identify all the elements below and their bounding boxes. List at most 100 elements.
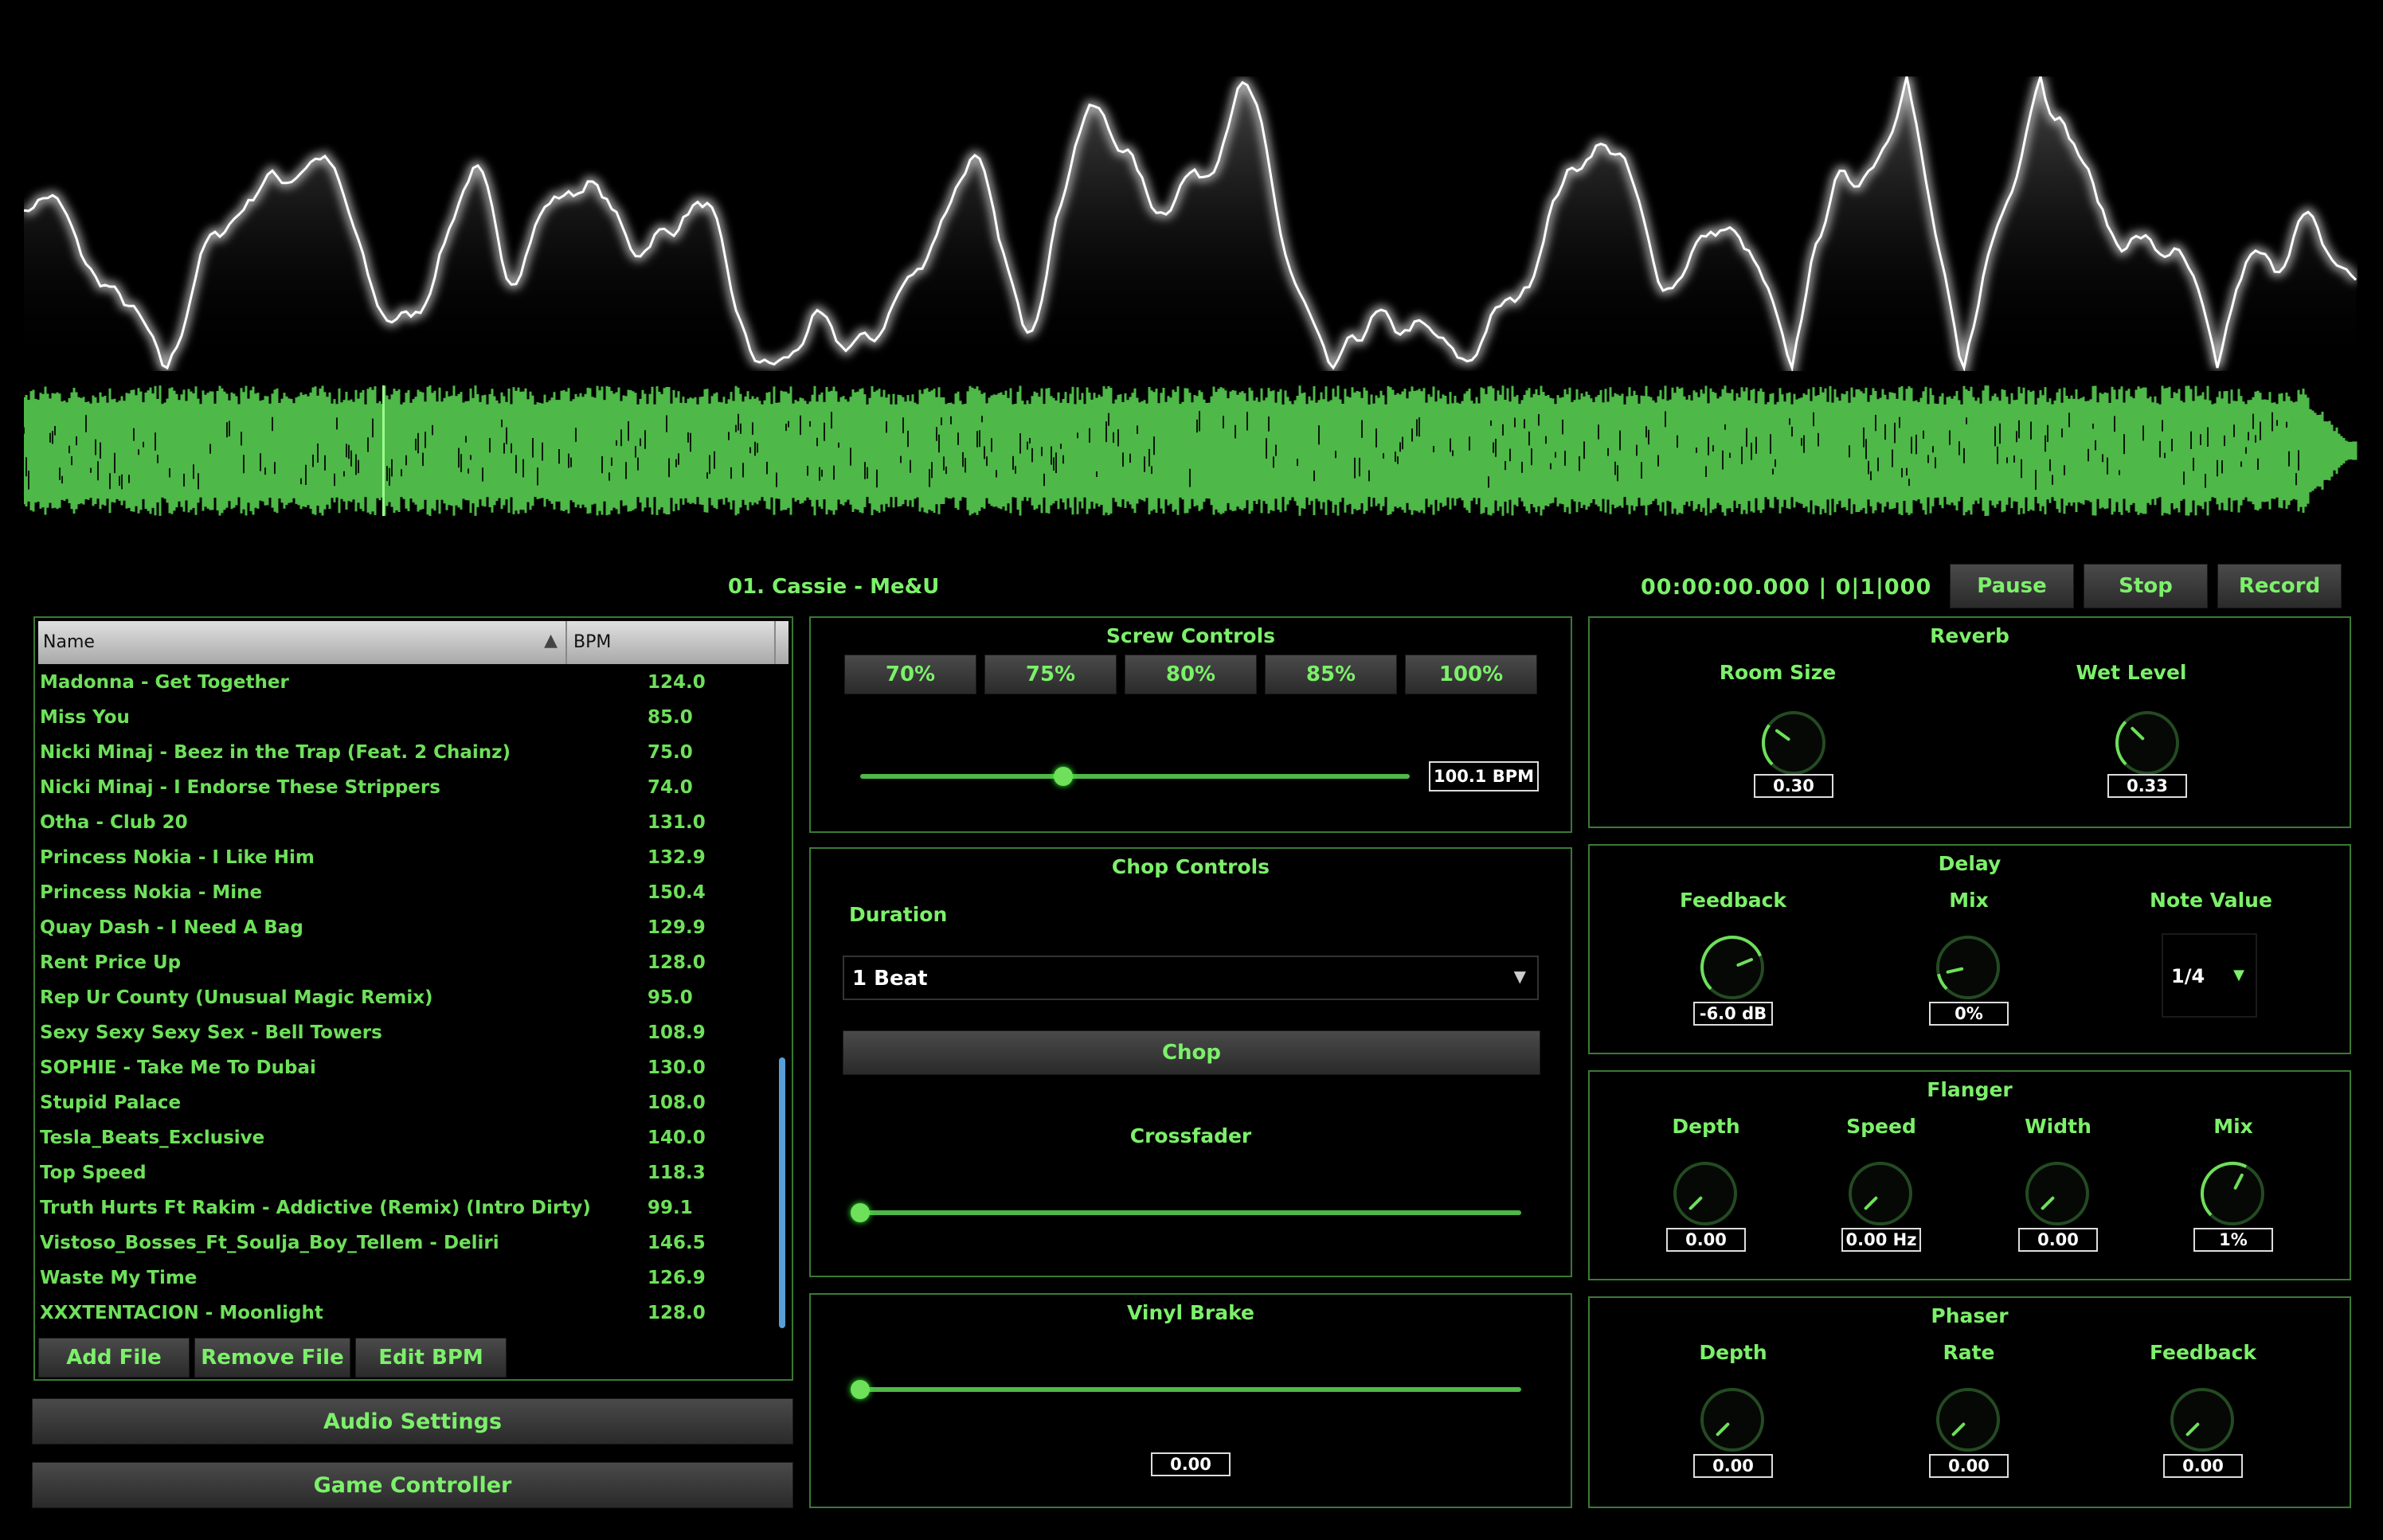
list-item[interactable]: Otha - Club 20 131.0 (38, 806, 787, 841)
list-item[interactable]: Sexy Sexy Sexy Sex - Bell Towers 108.9 (38, 1016, 787, 1051)
flanger-width-label: Width (2025, 1115, 2091, 1138)
chop-button[interactable]: Chop (843, 1030, 1540, 1075)
pause-button[interactable]: Pause (1950, 564, 2074, 608)
game-controller-button[interactable]: Game Controller (32, 1462, 793, 1508)
list-item[interactable]: Truth Hurts Ft Rakim - Addictive (Remix)… (38, 1191, 787, 1226)
list-item[interactable]: Quay Dash - I Need A Bag 129.9 (38, 911, 787, 946)
list-item[interactable]: Nicki Minaj - I Endorse These Strippers 7… (38, 771, 787, 806)
list-item[interactable]: Rent Price Up 128.0 (38, 946, 787, 981)
delay-mix-knob[interactable] (1934, 933, 2002, 1002)
column-name-header[interactable]: Name ▲ (38, 621, 567, 664)
flanger-title: Flanger (1927, 1078, 2013, 1101)
note-value-label: Note Value (2150, 889, 2272, 912)
list-item[interactable]: Nicki Minaj - Beez in the Trap (Feat. 2 … (38, 736, 787, 771)
playlist-scrollbar[interactable] (779, 1057, 785, 1328)
track-name: Vistoso_Bosses_Ft_Soulja_Boy_Tellem - De… (40, 1233, 499, 1253)
track-bpm: 126.9 (648, 1268, 706, 1288)
flanger-depth-label: Depth (1672, 1115, 1740, 1138)
list-item[interactable]: Stupid Palace 108.0 (38, 1086, 787, 1121)
preset-80-button[interactable]: 80% (1125, 655, 1257, 694)
flanger-width-knob[interactable] (2023, 1159, 2091, 1228)
flanger-panel: Flanger Depth 0.00 Speed 0.00 Hz Width 0… (1588, 1070, 2351, 1280)
track-bpm: 75.0 (648, 742, 693, 763)
now-playing-title: 01. Cassie - Me&U (728, 575, 940, 599)
list-item[interactable]: Top Speed 118.3 (38, 1156, 787, 1191)
flanger-speed-value: 0.00 Hz (1841, 1228, 1921, 1252)
add-file-button[interactable]: Add File (38, 1338, 190, 1378)
remove-file-button[interactable]: Remove File (194, 1338, 350, 1378)
track-name: Rep Ur County (Unusual Magic Remix) (40, 987, 433, 1008)
track-bpm: 99.1 (648, 1198, 693, 1218)
crossfader-thumb[interactable] (851, 1203, 870, 1222)
preset-100-button[interactable]: 100% (1405, 655, 1537, 694)
note-value-select[interactable]: 1/4 ▼ (2162, 933, 2257, 1018)
phaser-depth-label: Depth (1699, 1341, 1767, 1364)
phaser-depth-value: 0.00 (1693, 1454, 1773, 1478)
audio-settings-button[interactable]: Audio Settings (32, 1398, 793, 1444)
playlist-panel: Name ▲ BPM Madonna - Get Together 124.0 Mi… (33, 616, 793, 1381)
screw-controls-panel: Screw Controls 70% 75% 80% 85% 100% 100.… (809, 616, 1572, 833)
track-bpm: 129.9 (648, 917, 706, 938)
duration-label: Duration (849, 903, 948, 926)
phaser-depth-knob[interactable] (1698, 1386, 1767, 1454)
flanger-speed-knob[interactable] (1846, 1159, 1915, 1228)
list-item[interactable]: XXXTENTACION - Moonlight 128.0 (38, 1296, 787, 1331)
vinyl-brake-thumb[interactable] (851, 1380, 870, 1399)
list-item[interactable]: Vistoso_Bosses_Ft_Soulja_Boy_Tellem - De… (38, 1226, 787, 1261)
flanger-mix-value: 1% (2193, 1228, 2273, 1252)
phaser-feedback-value: 0.00 (2163, 1454, 2243, 1478)
stop-button[interactable]: Stop (2084, 564, 2208, 608)
edit-bpm-button[interactable]: Edit BPM (355, 1338, 507, 1378)
list-item[interactable]: Madonna - Get Together 124.0 (38, 666, 787, 701)
chevron-down-icon: ▼ (1513, 967, 1526, 986)
list-item[interactable]: Princess Nokia - I Like Him 132.9 (38, 841, 787, 876)
delay-mix-value: 0% (1929, 1002, 2009, 1026)
track-name: Stupid Palace (40, 1092, 182, 1113)
phaser-rate-knob[interactable] (1934, 1386, 2002, 1454)
list-item[interactable]: Miss You 85.0 (38, 701, 787, 736)
spectrum-waveform (24, 76, 2358, 371)
track-name: Otha - Club 20 (40, 812, 188, 833)
preset-70-button[interactable]: 70% (844, 655, 976, 694)
flanger-mix-label: Mix (2213, 1115, 2253, 1138)
list-item[interactable]: Rep Ur County (Unusual Magic Remix) 95.0 (38, 981, 787, 1016)
track-name: Rent Price Up (40, 952, 182, 973)
preset-75-button[interactable]: 75% (984, 655, 1117, 694)
track-name: Top Speed (40, 1163, 147, 1183)
track-bpm: 131.0 (648, 812, 706, 833)
track-bpm: 85.0 (648, 707, 693, 728)
flanger-depth-knob[interactable] (1671, 1159, 1739, 1228)
vinyl-brake-panel: Vinyl Brake 0.00 (809, 1293, 1572, 1508)
delay-mix-label: Mix (1949, 889, 1989, 912)
screw-slider-track[interactable] (860, 774, 1410, 779)
flanger-depth-value: 0.00 (1666, 1228, 1746, 1252)
record-button[interactable]: Record (2217, 564, 2342, 608)
screw-slider-thumb[interactable] (1054, 767, 1074, 786)
duration-select[interactable]: 1 Beat ▼ (843, 956, 1539, 1000)
list-item[interactable]: Princess Nokia - Mine 150.4 (38, 876, 787, 911)
flanger-mix-knob[interactable] (2198, 1159, 2267, 1228)
delay-feedback-knob[interactable] (1698, 933, 1767, 1002)
playhead[interactable] (382, 385, 385, 516)
room-size-label: Room Size (1719, 661, 1837, 684)
vinyl-brake-track[interactable] (860, 1387, 1521, 1392)
preset-85-button[interactable]: 85% (1265, 655, 1397, 694)
crossfader-track[interactable] (860, 1210, 1521, 1215)
track-bpm: 108.9 (648, 1022, 706, 1043)
track-overview-waveform[interactable] (24, 385, 2358, 516)
room-size-value: 0.30 (1754, 774, 1833, 798)
wet-level-knob[interactable] (2113, 709, 2181, 777)
track-name: Sexy Sexy Sexy Sex - Bell Towers (40, 1022, 382, 1043)
column-bpm-header[interactable]: BPM (569, 621, 776, 664)
room-size-knob[interactable] (1759, 709, 1828, 777)
track-bpm: 132.9 (648, 847, 706, 868)
list-item[interactable]: SOPHIE - Take Me To Dubai 130.0 (38, 1051, 787, 1086)
list-item[interactable]: Waste My Time 126.9 (38, 1261, 787, 1296)
track-bpm: 74.0 (648, 777, 693, 798)
list-item[interactable]: Tesla_Beats_Exclusive 140.0 (38, 1121, 787, 1156)
track-bpm: 95.0 (648, 987, 693, 1008)
delay-panel: Delay Feedback -6.0 dB Mix 0% Note Value… (1588, 844, 2351, 1054)
delay-title: Delay (1938, 852, 2001, 875)
phaser-feedback-knob[interactable] (2168, 1386, 2236, 1454)
screw-controls-title: Screw Controls (1105, 624, 1276, 647)
